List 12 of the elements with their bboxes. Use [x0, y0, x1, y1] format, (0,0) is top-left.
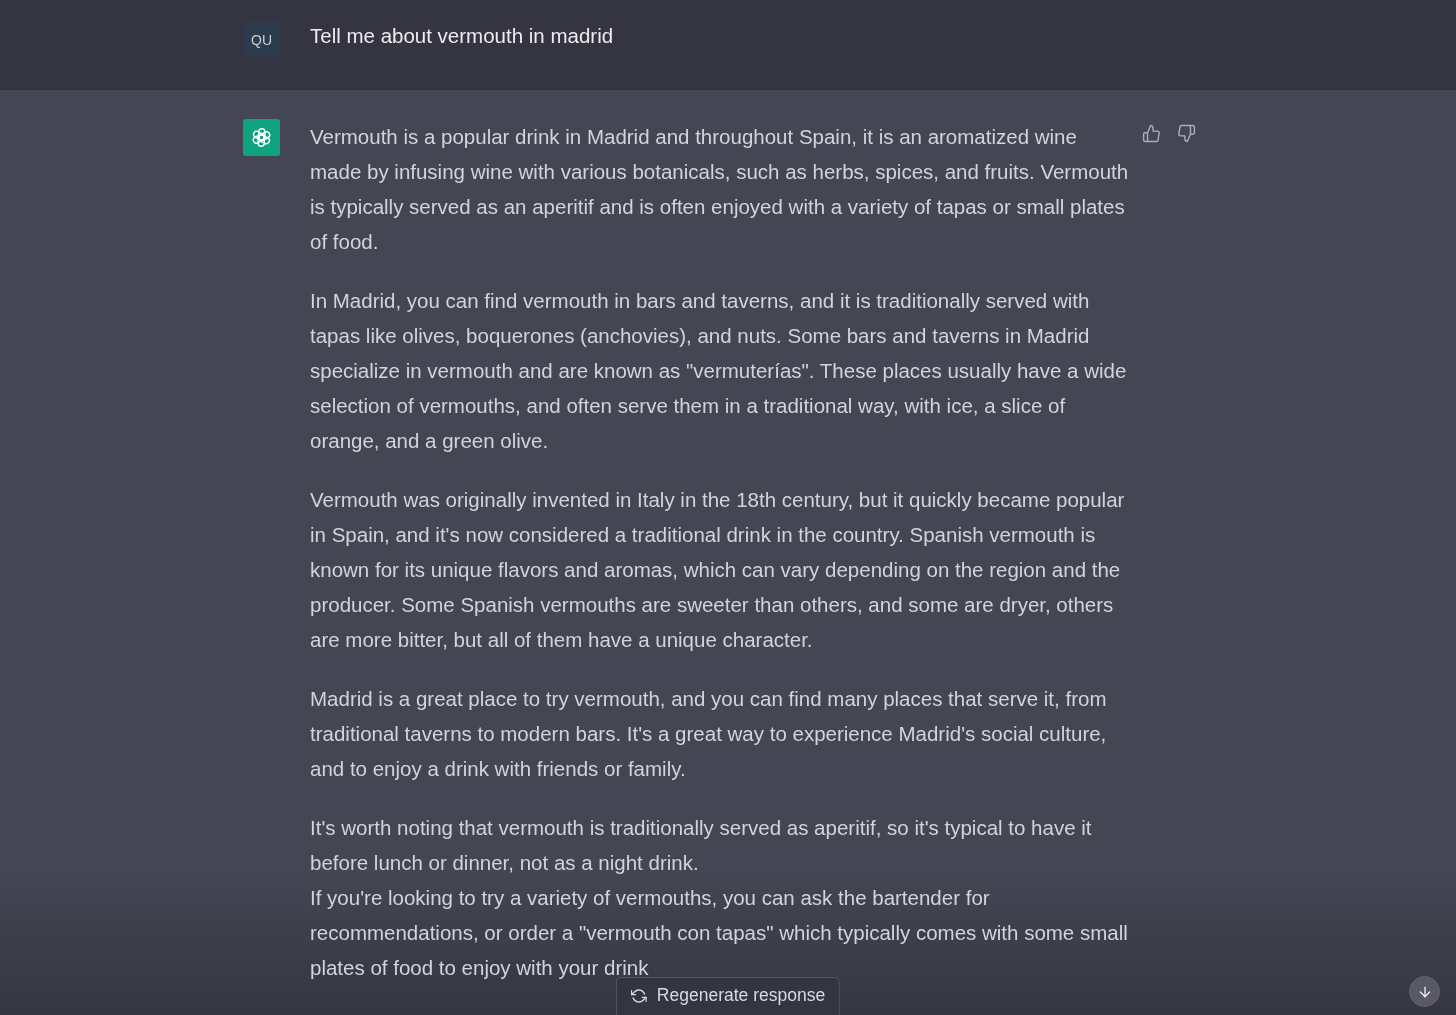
thumbs-down-icon[interactable] — [1177, 124, 1196, 143]
knot-logo-icon — [243, 119, 280, 156]
user-message: Tell me about vermouth in madrid — [310, 23, 614, 49]
user-avatar: QU — [243, 21, 280, 58]
response-paragraph: Vermouth was originally invented in Italy in the 18th century, but it quickly became popular in Spain, and it's now considered a traditional drink in the country. Spanish vermouth is known for its unique flavors and aromas, which can vary depending on the region and the producer. Some Spanish vermouths are sweeter than others, and some are dryer, others are more bitter, but all of them have a unique character. — [310, 487, 1126, 653]
response-paragraph: In Madrid, you can find vermouth in bars and taverns, and it is traditionally served with tapas like olives, boquerones (anchovies), and nuts. Some bars and taverns in Madrid specialize in vermouth and are known as "vermuterías". These places usually have a wide selection of vermouths, and often serve them in a traditional way, with ice, a slice of orange, and a green olive. — [310, 288, 1128, 454]
regenerate-button[interactable]: Regenerate response — [615, 977, 841, 1015]
response-paragraph: It's worth noting that vermouth is traditionally served as aperitif, so it's typical to have it before lunch or dinner, not as a night drink. — [310, 815, 1093, 876]
thumbs-up-icon[interactable] — [1142, 124, 1161, 143]
response-paragraph: Vermouth is a popular drink in Madrid and throughout Spain, it is an aromatized wine made by infusing wine with various botanicals, such as herbs, spices, and fruits. Vermouth is typically served as an aperitif and is often enjoyed with a variety of tapas or small plates of food. — [310, 124, 1129, 255]
refresh-icon — [630, 987, 647, 1004]
response-paragraph: Madrid is a great place to try vermouth, and you can find many places that serve it, from traditional taverns to modern bars. It's a great way to experience Madrid's social culture, and to enjoy a drink with friends or family. — [310, 686, 1108, 782]
